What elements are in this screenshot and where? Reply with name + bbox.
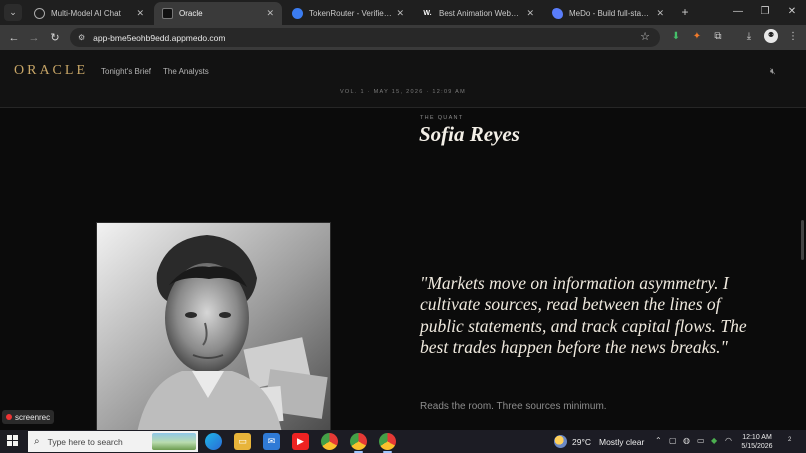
edge-icon[interactable]: [205, 433, 222, 450]
close-icon[interactable]: ✕: [266, 8, 274, 19]
w-icon: W.: [423, 10, 432, 17]
clock-date: 5/15/2026: [741, 443, 773, 450]
battery-icon[interactable]: ▭: [697, 436, 705, 445]
search-icon: ⌕: [34, 436, 40, 447]
weather-condition: Mostly clear: [599, 436, 645, 447]
clock-time: 12:10 AM: [742, 434, 772, 441]
restore-icon[interactable]: ❐: [755, 4, 775, 20]
address-bar[interactable]: ⚙ app-bme5eohb9edd.appmedo.com ☆: [70, 28, 660, 47]
tab-title: Best Animation Websites | W: [439, 9, 522, 18]
nav-tonights-brief[interactable]: Tonight's Brief: [101, 67, 151, 76]
site-header: ORACLE Tonight's Brief The Analysts 🔇︎ V…: [0, 50, 806, 108]
portrait-photo: [97, 223, 330, 430]
chrome-profile-icon[interactable]: [350, 433, 367, 453]
close-icon[interactable]: ✕: [396, 8, 404, 19]
analyst-tagline: Reads the room. Three sources minimum.: [420, 401, 607, 412]
menu-kebab-icon[interactable]: ⋮: [786, 30, 800, 44]
profile-avatar[interactable]: ⚉: [764, 29, 778, 43]
tray-app-icon[interactable]: ▢: [669, 436, 677, 445]
tab-search-menu-button[interactable]: ⌄: [4, 4, 22, 21]
screenrec-label: screenrec: [15, 412, 51, 422]
weather-moon-icon: [554, 435, 567, 448]
chat-icon: [34, 8, 45, 19]
weather-widget[interactable]: 29°C Mostly clear: [554, 435, 644, 448]
search-highlight-image: [152, 433, 196, 450]
tab-title: Multi-Model AI Chat: [51, 9, 121, 18]
tab-tokenrouter[interactable]: TokenRouter - Verified Mode ✕: [284, 2, 412, 25]
tab-oracle[interactable]: Oracle ✕: [154, 2, 282, 25]
forward-arrow-icon[interactable]: →: [26, 30, 42, 46]
medo-icon: [552, 8, 563, 19]
chrome-icon[interactable]: [321, 433, 338, 450]
downloads-icon[interactable]: ⤓: [742, 30, 756, 44]
close-icon[interactable]: ✕: [526, 8, 534, 19]
youtube-icon[interactable]: ▶: [292, 433, 309, 450]
issue-dateline: VOL. 1 · MAY 15, 2026 · 12:09 AM: [339, 89, 467, 95]
download-extension-icon[interactable]: ⬇: [669, 30, 683, 44]
tab-title: MeDo - Build full-stack App: [569, 9, 652, 18]
page-scrollbar-thumb[interactable]: [801, 220, 804, 260]
wifi-icon[interactable]: ◠: [725, 436, 732, 445]
windows-start-icon[interactable]: [7, 435, 19, 447]
reload-icon[interactable]: ↻: [47, 30, 63, 46]
taskbar-clock[interactable]: 12:10 AM 5/15/2026: [739, 433, 775, 451]
sound-mute-icon[interactable]: 🔇︎: [770, 66, 776, 77]
fox-extension-icon[interactable]: ✦: [690, 30, 704, 44]
site-settings-icon[interactable]: ⚙: [78, 33, 85, 42]
analyst-role: THE QUANT: [420, 115, 464, 121]
puzzle-extensions-icon[interactable]: ⧉: [711, 30, 725, 44]
nav-the-analysts[interactable]: The Analysts: [163, 67, 209, 76]
notification-count: 2: [788, 437, 792, 443]
mail-icon[interactable]: ✉: [263, 433, 280, 450]
security-shield-icon[interactable]: ◆: [711, 436, 717, 445]
brand-logo[interactable]: ORACLE: [14, 63, 88, 79]
screenrec-badge[interactable]: screenrec: [2, 410, 55, 424]
analyst-name: Sofia Reyes: [419, 122, 520, 146]
tab-medo[interactable]: MeDo - Build full-stack App ✕: [544, 2, 672, 25]
browser-toolbar: ← → ↻ ⚙ app-bme5eohb9edd.appmedo.com ☆ ⬇…: [0, 25, 806, 50]
tab-title: Oracle: [179, 9, 203, 18]
weather-temperature: 29°C: [572, 436, 591, 447]
tray-network-drive-icon[interactable]: ◍: [683, 436, 690, 445]
toggle-icon: [292, 8, 303, 19]
url-text[interactable]: app-bme5eohb9edd.appmedo.com: [93, 33, 225, 43]
taskbar-search-box[interactable]: ⌕ Type here to search: [28, 431, 198, 452]
analyst-portrait: [96, 222, 331, 430]
tab-multi-model-ai-chat[interactable]: Multi-Model AI Chat ✕: [26, 2, 152, 25]
close-icon[interactable]: ✕: [656, 8, 664, 19]
notification-icon[interactable]: 2: [783, 435, 796, 447]
back-arrow-icon[interactable]: ←: [6, 30, 22, 46]
tab-title: TokenRouter - Verified Mode: [309, 9, 392, 18]
close-icon[interactable]: ✕: [136, 8, 144, 19]
search-placeholder: Type here to search: [47, 436, 123, 447]
window-close-icon[interactable]: ✕: [782, 4, 802, 20]
minimize-icon[interactable]: —: [728, 4, 748, 20]
chevron-up-icon[interactable]: ⌃: [655, 436, 662, 445]
tab-best-animation-websites[interactable]: W. Best Animation Websites | W ✕: [414, 2, 542, 25]
new-tab-button[interactable]: +: [678, 5, 692, 19]
analyst-quote: "Markets move on information asymmetry. …: [420, 273, 747, 357]
windows-taskbar: ⌕ Type here to search ▭ ✉ ▶ 29°C Mostly …: [0, 430, 806, 453]
bookmark-star-icon[interactable]: ☆: [640, 30, 650, 43]
chrome-window-icon[interactable]: [379, 433, 396, 453]
web-page: ORACLE Tonight's Brief The Analysts 🔇︎ V…: [0, 50, 806, 430]
record-dot-icon: [6, 414, 12, 420]
oracle-favicon-icon: [162, 8, 173, 19]
file-explorer-icon[interactable]: ▭: [234, 433, 251, 450]
browser-tab-strip: ⌄ Multi-Model AI Chat ✕ Oracle ✕ TokenRo…: [0, 0, 806, 25]
